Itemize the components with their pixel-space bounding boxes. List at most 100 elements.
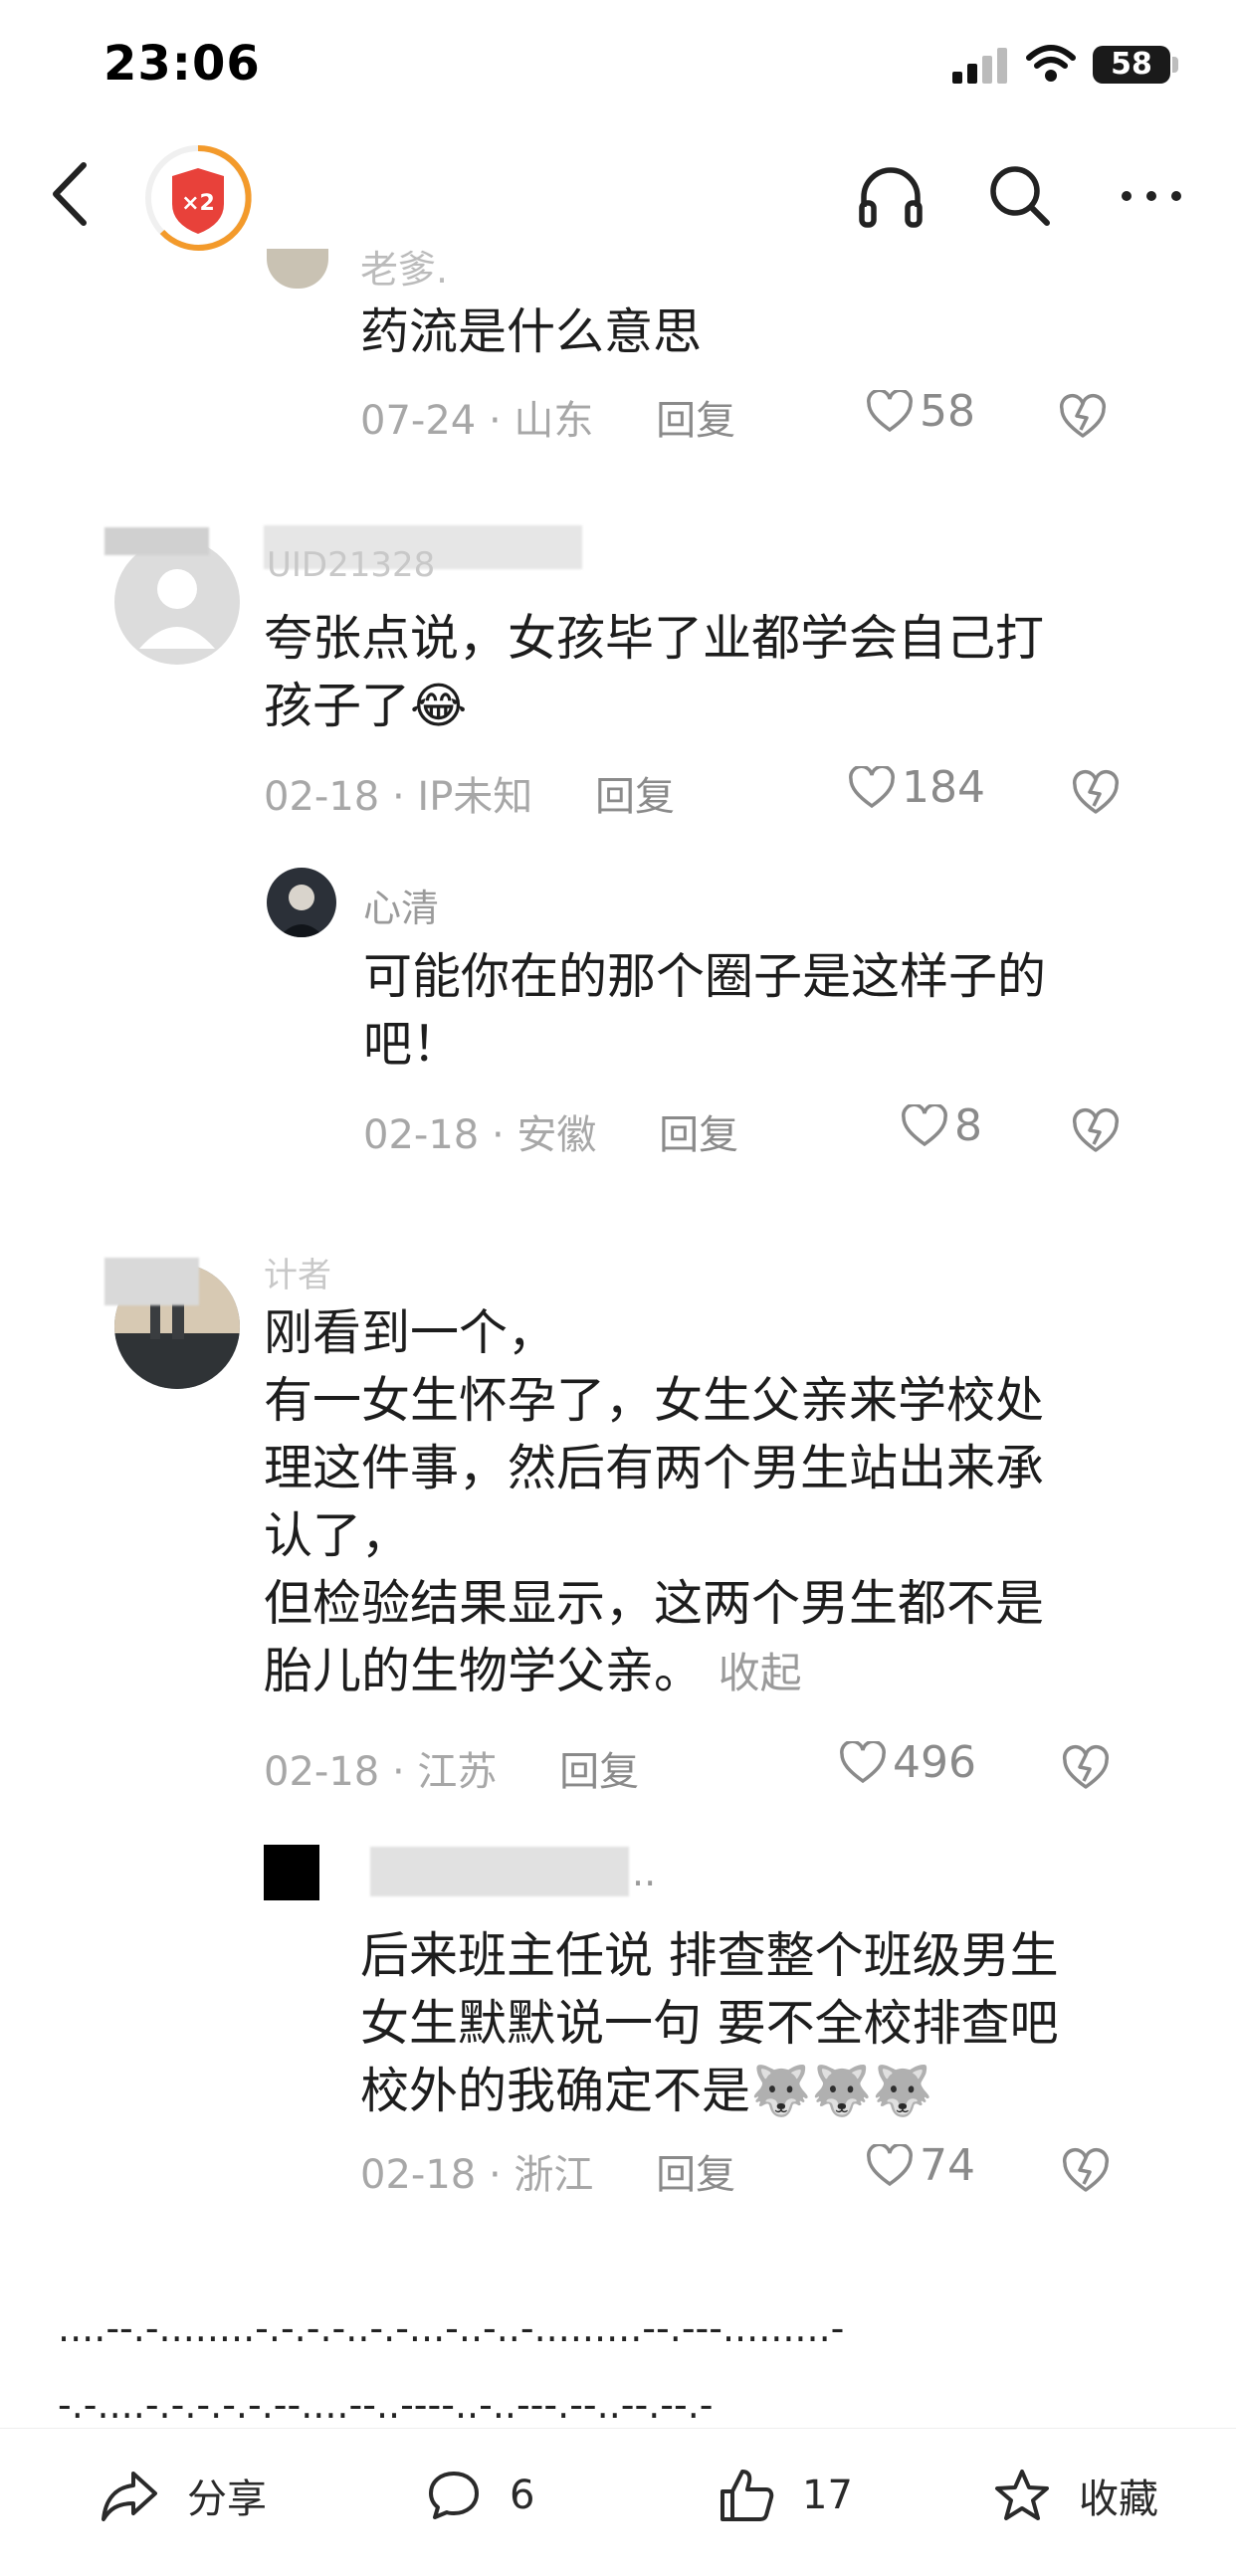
like-button[interactable]: 58 — [866, 386, 975, 437]
comment-item: 老爹. 药流是什么意思 07-24 · 山东 回复 58 — [0, 248, 1236, 448]
favorite-label: 收藏 — [1079, 2477, 1158, 2522]
default-avatar-icon — [139, 569, 215, 649]
meta-dot: · — [491, 1112, 517, 1158]
comment-icon — [429, 2472, 479, 2519]
share-button[interactable]: 分享 — [100, 2461, 267, 2530]
heart-icon — [867, 2143, 913, 2186]
like-button[interactable]: 184 — [848, 762, 985, 813]
meta-dot: · — [391, 1749, 418, 1795]
comment-line: 但检验结果显示，这两个男生都不是 — [264, 1575, 1045, 1632]
comment-line: 药流是什么意思 — [360, 303, 703, 360]
comment-meta: 02-18 · 安徽 回复 — [363, 1102, 738, 1160]
heart-icon — [840, 1740, 886, 1783]
blurred-overlay — [104, 527, 209, 555]
comment-author[interactable]: 心清 — [363, 878, 439, 932]
comment-author[interactable]: 计者 — [264, 1248, 331, 1296]
comment-text: 可能你在的那个圈子是这样子的 吧！ — [363, 943, 1046, 1079]
comment-date: 02-18 — [363, 1112, 480, 1158]
comment-text: 刚看到一个， 有一女生怀孕了，女生父亲来学校处 理这件事，然后有两个男生站出来承… — [264, 1299, 1044, 1707]
share-label: 分享 — [187, 2477, 267, 2522]
heart-icon — [902, 1103, 947, 1146]
like-count: 58 — [920, 386, 975, 437]
reply-button[interactable]: 回复 — [659, 1112, 738, 1158]
comment-button[interactable]: 6 — [426, 2461, 534, 2530]
like-count: 184 — [902, 762, 985, 813]
dislike-icon[interactable] — [1060, 1741, 1112, 1793]
comment-text: 药流是什么意思 — [360, 298, 702, 366]
comment-location: 江苏 — [417, 1749, 498, 1795]
nav-bar: ×2 — [0, 129, 1236, 269]
comment-date: 02-18 — [264, 1749, 380, 1795]
reply-item: .. 后来班主任说 排查整个班级男生 女生默默说一句 要不全校排查吧 校外的我确… — [0, 1839, 1236, 2217]
comment-meta: 02-18 · 浙江 回复 — [360, 2142, 735, 2200]
meta-dot: · — [488, 2152, 515, 2198]
dislike-icon[interactable] — [1057, 390, 1109, 442]
comment-date: 02-18 — [360, 2152, 477, 2198]
comment-line: 吧！ — [363, 1016, 462, 1073]
meta-dot: · — [391, 774, 418, 820]
thumbs-up-icon — [721, 2470, 774, 2521]
collapse-button[interactable]: 收起 — [719, 1649, 802, 1697]
dislike-icon[interactable] — [1070, 766, 1122, 818]
comment-line: 有一女生怀孕了，女生父亲来学校处 — [264, 1372, 1045, 1429]
comment-line: 刚看到一个， — [264, 1304, 557, 1361]
avatar[interactable] — [114, 539, 240, 665]
like-count: 496 — [893, 1737, 976, 1788]
reply-item: 心清 可能你在的那个圈子是这样子的 吧！ 02-18 · 安徽 回复 8 — [0, 864, 1236, 1162]
svg-text:×2: ×2 — [181, 191, 215, 216]
favorite-button[interactable]: 收藏 — [993, 2461, 1158, 2530]
comment-line: 认了， — [264, 1507, 411, 1564]
like-button[interactable]: 496 — [839, 1737, 976, 1788]
reply-button[interactable]: 回复 — [656, 2152, 735, 2198]
comment-text: 夸张点说，女孩毕了业都学会自己打 孩子了😂 — [264, 605, 1044, 740]
comment-author[interactable]: .. — [632, 1851, 656, 1894]
comment-line: 可能你在的那个圈子是这样子的 — [363, 948, 1047, 1005]
heart-icon — [849, 765, 895, 808]
like-post-button[interactable]: 17 — [719, 2461, 853, 2530]
bottom-toolbar: 分享 6 17 收藏 — [0, 2428, 1236, 2576]
comment-text: 后来班主任说 排查整个班级男生 女生默默说一句 要不全校排查吧 校外的我确定不是… — [360, 1922, 1059, 2125]
dislike-icon[interactable] — [1070, 1104, 1122, 1156]
reply-button[interactable]: 回复 — [595, 774, 675, 820]
dislike-icon[interactable] — [1060, 2144, 1112, 2196]
blurred-overlay — [104, 1258, 199, 1305]
comment-location: 浙江 — [514, 2152, 594, 2198]
reply-button[interactable]: 回复 — [656, 398, 735, 444]
comment-meta: 02-18 · 江苏 回复 — [264, 1739, 639, 1797]
comment-location: IP未知 — [417, 774, 533, 820]
search-icon[interactable] — [985, 161, 1055, 231]
separator-line: ....--.-........-.-.-.-..-.-...-..-..-..… — [58, 2306, 845, 2350]
comment-meta: 02-18 · IP未知 回复 — [264, 764, 675, 822]
avatar[interactable] — [267, 868, 336, 937]
comment-meta: 07-24 · 山东 回复 — [360, 388, 735, 446]
comment-line-text: 胎儿的生物学父亲。 — [264, 1643, 704, 1699]
status-time: 23:06 — [103, 36, 261, 92]
like-count: 74 — [920, 2140, 975, 2191]
comment-author[interactable]: UID21328 — [267, 545, 435, 585]
heart-icon — [867, 389, 913, 432]
avatar[interactable] — [264, 1845, 319, 1900]
meta-dot: · — [488, 398, 515, 444]
like-button[interactable]: 74 — [866, 2140, 975, 2191]
back-arrow-icon[interactable] — [46, 159, 96, 229]
comment-author[interactable]: 老爹. — [360, 239, 448, 294]
reward-badge-icon[interactable]: ×2 — [142, 142, 254, 254]
like-post-count: 17 — [802, 2473, 853, 2518]
headphones-icon[interactable] — [856, 161, 926, 231]
reply-button[interactable]: 回复 — [559, 1749, 639, 1795]
star-icon — [995, 2470, 1049, 2520]
like-count: 8 — [954, 1100, 982, 1151]
more-options-icon[interactable] — [1117, 161, 1186, 231]
comment-date: 07-24 — [360, 398, 477, 444]
comment-line: 校外的我确定不是🐺🐺🐺 — [360, 2063, 933, 2119]
like-button[interactable]: 8 — [901, 1100, 982, 1151]
comment-line: 夸张点说，女孩毕了业都学会自己打 — [264, 610, 1045, 667]
avatar[interactable] — [267, 249, 328, 289]
battery-tip — [1172, 57, 1178, 73]
blurred-overlay — [370, 1847, 629, 1896]
comment-line: 后来班主任说 排查整个班级男生 — [360, 1927, 1059, 1984]
comment-line: 孩子了😂 — [264, 678, 468, 734]
status-bar: 23:06 58 — [0, 0, 1236, 129]
wifi-icon — [1026, 45, 1076, 82]
share-icon — [102, 2472, 157, 2521]
